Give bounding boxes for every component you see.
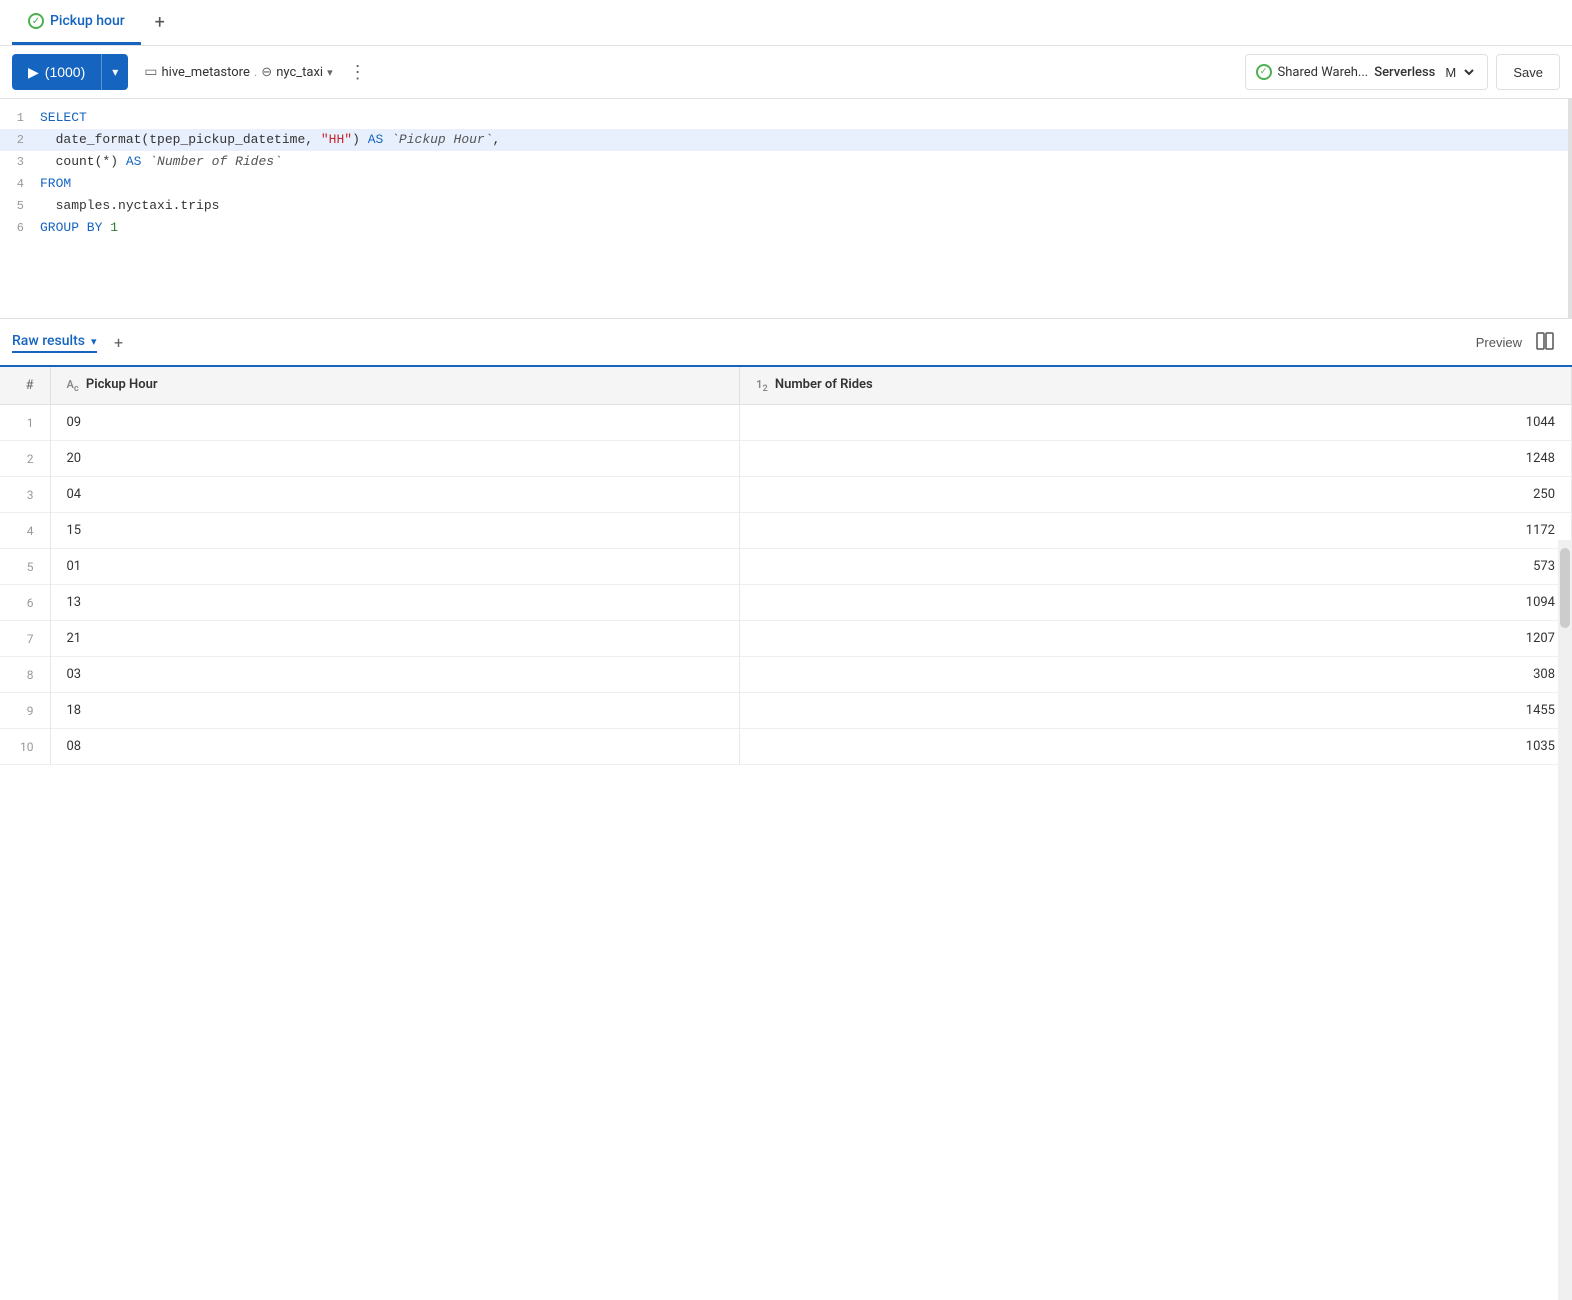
table-row: 6 13 1094	[0, 585, 1572, 621]
cell-number-of-rides: 1035	[740, 729, 1572, 765]
cell-rownum: 5	[0, 549, 50, 585]
string-type-icon: Ac	[67, 378, 79, 391]
cell-number-of-rides: 1172	[740, 513, 1572, 549]
col-header-number-of-rides: 12 Number of Rides	[740, 367, 1572, 405]
warehouse-size-select[interactable]: M S L XL	[1441, 64, 1477, 81]
cell-pickup-hour: 18	[50, 693, 740, 729]
cell-rownum: 2	[0, 441, 50, 477]
cell-number-of-rides: 250	[740, 477, 1572, 513]
table-row: 5 01 573	[0, 549, 1572, 585]
cell-rownum: 9	[0, 693, 50, 729]
toolbar: ▶ (1000) ▾ ▭ hive_metastore . ⊖ nyc_taxi…	[0, 46, 1572, 99]
table-row: 1 09 1044	[0, 405, 1572, 441]
col-label-pickup-hour: Pickup Hour	[86, 377, 158, 392]
cell-pickup-hour: 20	[50, 441, 740, 477]
cell-rownum: 3	[0, 477, 50, 513]
cell-rownum: 7	[0, 621, 50, 657]
code-line-5: 5 samples.nyctaxi.trips	[0, 195, 1572, 217]
code-line-3: 3 count(*) AS `Number of Rides`	[0, 151, 1572, 173]
warehouse-name: Shared Wareh...	[1278, 65, 1369, 80]
table-row: 8 03 308	[0, 657, 1572, 693]
warehouse-status: ✓ Shared Wareh... Serverless M S L XL	[1245, 54, 1489, 90]
cell-number-of-rides: 1094	[740, 585, 1572, 621]
tab-bar: ✓ Pickup hour +	[0, 0, 1572, 46]
warehouse-type: Serverless	[1374, 65, 1435, 80]
results-table-wrapper: # Ac Pickup Hour 12 Number of Rides 1 09…	[0, 367, 1572, 765]
scrollbar-track[interactable]	[1558, 540, 1572, 1300]
add-result-tab-button[interactable]: +	[105, 328, 133, 356]
scrollbar-thumb[interactable]	[1560, 548, 1570, 628]
run-button-group: ▶ (1000) ▾	[12, 54, 128, 90]
run-dropdown-button[interactable]: ▾	[101, 54, 128, 90]
table-row: 4 15 1172	[0, 513, 1572, 549]
add-tab-button[interactable]: +	[145, 8, 175, 38]
run-label: (1000)	[45, 64, 85, 80]
preview-button[interactable]: Preview	[1468, 335, 1530, 350]
raw-results-label: Raw results	[12, 333, 85, 349]
table-row: 2 20 1248	[0, 441, 1572, 477]
catalog-info: ▭ hive_metastore . ⊖ nyc_taxi ▾	[144, 64, 332, 80]
cell-number-of-rides: 1044	[740, 405, 1572, 441]
tab-pickup-hour[interactable]: ✓ Pickup hour	[12, 0, 141, 45]
code-line-2: 2 date_format(tpep_pickup_datetime, "HH"…	[0, 129, 1572, 151]
results-header: Raw results ▾ + Preview	[0, 319, 1572, 367]
save-button[interactable]: Save	[1496, 54, 1560, 90]
layout-icon	[1536, 332, 1554, 350]
table-row: 7 21 1207	[0, 621, 1572, 657]
code-line-1: 1 SELECT	[0, 107, 1572, 129]
more-options-button[interactable]: ⋮	[341, 62, 376, 83]
database-name: nyc_taxi	[276, 65, 323, 80]
cell-number-of-rides: 1248	[740, 441, 1572, 477]
table-row: 10 08 1035	[0, 729, 1572, 765]
code-line-4: 4 FROM	[0, 173, 1572, 195]
raw-results-chevron-icon: ▾	[91, 335, 97, 348]
run-icon: ▶	[28, 64, 39, 81]
cell-number-of-rides: 1207	[740, 621, 1572, 657]
cell-rownum: 6	[0, 585, 50, 621]
cell-pickup-hour: 01	[50, 549, 740, 585]
cell-number-of-rides: 573	[740, 549, 1572, 585]
col-label-number-of-rides: Number of Rides	[775, 377, 873, 392]
cell-pickup-hour: 04	[50, 477, 740, 513]
run-dropdown-icon: ▾	[112, 65, 118, 79]
warehouse-status-icon: ✓	[1256, 64, 1272, 80]
catalog-icon: ▭	[144, 64, 157, 80]
cell-pickup-hour: 15	[50, 513, 740, 549]
code-editor[interactable]: 1 SELECT 2 date_format(tpep_pickup_datet…	[0, 99, 1572, 319]
run-button[interactable]: ▶ (1000)	[12, 54, 101, 90]
col-header-pickup-hour: Ac Pickup Hour	[50, 367, 740, 405]
cell-pickup-hour: 03	[50, 657, 740, 693]
cell-rownum: 8	[0, 657, 50, 693]
cell-pickup-hour: 21	[50, 621, 740, 657]
tab-label: Pickup hour	[50, 13, 125, 29]
database-icon: ⊖	[261, 65, 272, 80]
cell-pickup-hour: 13	[50, 585, 740, 621]
raw-results-tab[interactable]: Raw results ▾	[12, 333, 97, 353]
cell-pickup-hour: 09	[50, 405, 740, 441]
results-table: # Ac Pickup Hour 12 Number of Rides 1 09…	[0, 367, 1572, 765]
catalog-chevron-icon: ▾	[327, 66, 333, 79]
cell-pickup-hour: 08	[50, 729, 740, 765]
layout-toggle-button[interactable]	[1530, 332, 1560, 353]
cell-rownum: 10	[0, 729, 50, 765]
code-line-6: 6 GROUP BY 1	[0, 217, 1572, 239]
table-row: 3 04 250	[0, 477, 1572, 513]
table-row: 9 18 1455	[0, 693, 1572, 729]
cell-number-of-rides: 308	[740, 657, 1572, 693]
catalog-name: hive_metastore	[162, 65, 250, 80]
cell-rownum: 4	[0, 513, 50, 549]
table-header-row: # Ac Pickup Hour 12 Number of Rides	[0, 367, 1572, 405]
editor-scrollbar	[1568, 99, 1572, 318]
cell-rownum: 1	[0, 405, 50, 441]
tab-status-icon: ✓	[28, 13, 44, 29]
catalog-separator: .	[254, 65, 257, 80]
cell-number-of-rides: 1455	[740, 693, 1572, 729]
numeric-type-icon: 12	[756, 378, 768, 391]
col-header-rownum: #	[0, 367, 50, 405]
results-body: 1 09 1044 2 20 1248 3 04 250 4 15 1172 5…	[0, 405, 1572, 765]
